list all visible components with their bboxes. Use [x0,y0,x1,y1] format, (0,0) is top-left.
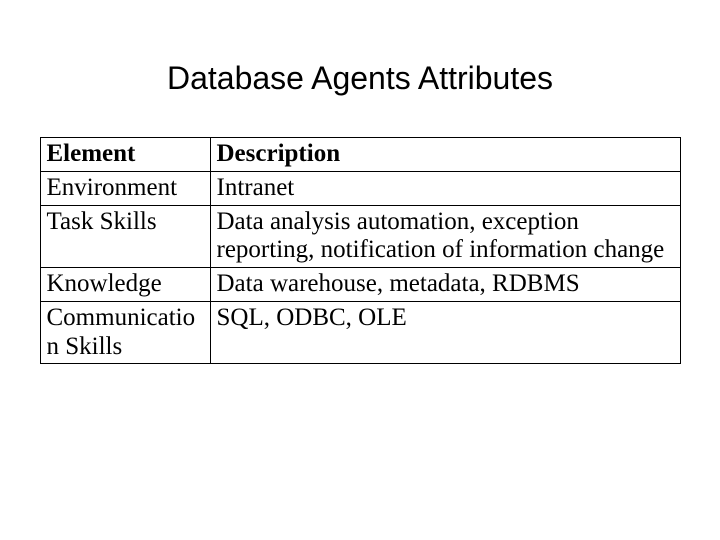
cell-description: Data warehouse, metadata, RDBMS [210,268,680,302]
table-row: Communication Skills SQL, ODBC, OLE [40,301,680,364]
cell-element: Environment [40,171,210,205]
table-row: Environment Intranet [40,171,680,205]
attributes-table: Element Description Environment Intranet… [40,137,681,364]
cell-description: SQL, ODBC, OLE [210,301,680,364]
cell-element: Knowledge [40,268,210,302]
cell-element: Task Skills [40,205,210,268]
slide-title: Database Agents Attributes [0,60,720,97]
table-header-row: Element Description [40,138,680,172]
slide: Database Agents Attributes Element Descr… [0,0,720,540]
table-row: Knowledge Data warehouse, metadata, RDBM… [40,268,680,302]
header-element: Element [40,138,210,172]
header-description: Description [210,138,680,172]
cell-description: Intranet [210,171,680,205]
table-row: Task Skills Data analysis automation, ex… [40,205,680,268]
cell-description: Data analysis automation, exception repo… [210,205,680,268]
cell-element: Communication Skills [40,301,210,364]
